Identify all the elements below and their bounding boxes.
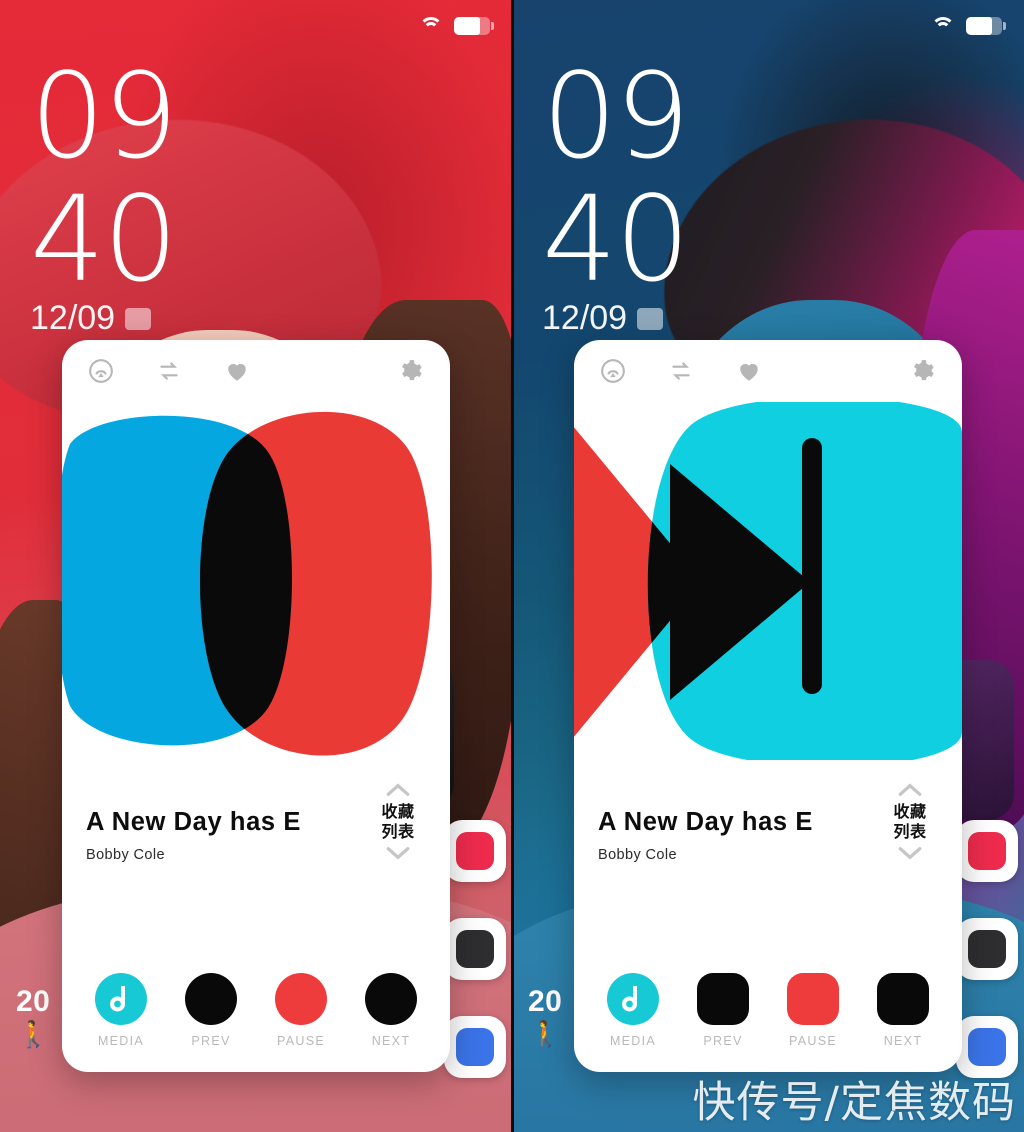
chevron-up-icon[interactable] bbox=[897, 782, 923, 798]
playback-controls: MEDIA PREV PAUSE NEXT bbox=[574, 973, 962, 1048]
status-bar bbox=[0, 0, 512, 52]
app-icon-red[interactable] bbox=[956, 820, 1018, 882]
next-label: NEXT bbox=[371, 1034, 411, 1048]
next-knob bbox=[365, 973, 417, 1025]
lockscreen-date: 12/09 bbox=[542, 299, 688, 338]
battery-icon bbox=[966, 17, 1006, 35]
next-label: NEXT bbox=[883, 1034, 923, 1048]
playback-controls: MEDIA PREV PAUSE NEXT bbox=[62, 973, 450, 1048]
gear-icon[interactable] bbox=[398, 358, 424, 384]
pause-label: PAUSE bbox=[789, 1034, 837, 1048]
prev-button[interactable]: PREV bbox=[185, 973, 237, 1048]
pause-label: PAUSE bbox=[277, 1034, 325, 1048]
date-text: 12/09 bbox=[30, 299, 116, 338]
clock-hour: 09 bbox=[542, 47, 690, 185]
app-icon-blue[interactable] bbox=[444, 1016, 506, 1078]
steps-count: 20 bbox=[16, 985, 51, 1018]
chevron-down-icon[interactable] bbox=[385, 845, 411, 861]
walking-person-icon: 🚶 bbox=[17, 1019, 50, 1049]
favorite-label-line2: 列表 bbox=[381, 821, 415, 841]
walking-person-icon: 🚶 bbox=[529, 1019, 562, 1049]
pause-button[interactable]: PAUSE bbox=[787, 973, 839, 1048]
prev-knob bbox=[697, 973, 749, 1025]
lockscreen-clock: 09 40 12/09 bbox=[30, 47, 178, 338]
media-button[interactable]: MEDIA bbox=[607, 973, 659, 1048]
phone-divider bbox=[511, 0, 514, 1132]
track-title: A New Day has E bbox=[598, 808, 813, 836]
weather-icon bbox=[637, 307, 664, 330]
media-player-card: A New Day has E Bobby Cole 收藏 列表 MEDIA P… bbox=[62, 340, 450, 1072]
pause-knob bbox=[275, 973, 327, 1025]
clock-minute: 40 bbox=[542, 169, 690, 308]
next-button[interactable]: NEXT bbox=[877, 973, 929, 1048]
battery-icon bbox=[454, 17, 494, 35]
wifi-icon bbox=[418, 16, 444, 36]
track-artist: Bobby Cole bbox=[598, 847, 677, 863]
app-icon-camera[interactable] bbox=[444, 918, 506, 980]
track-meta: A New Day has E Bobby Cole 收藏 列表 bbox=[62, 783, 450, 863]
prev-label: PREV bbox=[703, 1034, 743, 1048]
watermark: 快传号/定焦数码 bbox=[692, 1078, 1016, 1128]
favorite-label-line1: 收藏 bbox=[381, 802, 415, 821]
prev-button[interactable]: PREV bbox=[697, 973, 749, 1048]
favorite-label-line1: 收藏 bbox=[893, 802, 927, 821]
album-artwork[interactable] bbox=[574, 402, 962, 760]
track-meta: A New Day has E Bobby Cole 收藏 列表 bbox=[574, 783, 962, 863]
wifi-icon bbox=[930, 16, 956, 36]
media-button[interactable]: MEDIA bbox=[95, 973, 147, 1048]
media-icon bbox=[607, 973, 659, 1025]
gear-icon[interactable] bbox=[910, 358, 936, 384]
chevron-down-icon[interactable] bbox=[897, 845, 923, 861]
pause-button[interactable]: PAUSE bbox=[275, 973, 327, 1048]
dual-phone-comparison: 09 40 12/09 20 🚶 A New Day has E Bobby C… bbox=[0, 0, 1024, 1132]
lockscreen-date: 12/09 bbox=[30, 299, 176, 338]
album-artwork[interactable] bbox=[62, 402, 450, 760]
next-knob bbox=[877, 973, 929, 1025]
weather-icon bbox=[125, 307, 152, 330]
repeat-icon[interactable] bbox=[156, 358, 182, 384]
favorite-list-control[interactable]: 收藏 列表 bbox=[882, 782, 938, 861]
phone-right: 09 40 12/09 20 🚶 A New Day has E Bobby C… bbox=[512, 0, 1024, 1132]
player-toolbar bbox=[574, 340, 962, 402]
prev-label: PREV bbox=[191, 1034, 231, 1048]
prev-knob bbox=[185, 973, 237, 1025]
app-icon-camera[interactable] bbox=[956, 918, 1018, 980]
track-artist: Bobby Cole bbox=[86, 847, 165, 863]
media-label: MEDIA bbox=[97, 1034, 145, 1048]
steps-widget[interactable]: 20 🚶 bbox=[16, 985, 50, 1047]
favorite-label-line2: 列表 bbox=[893, 821, 927, 841]
app-icon-column bbox=[444, 820, 506, 1114]
track-title: A New Day has E bbox=[86, 808, 301, 836]
app-icon-red[interactable] bbox=[444, 820, 506, 882]
favorite-list-control[interactable]: 收藏 列表 bbox=[370, 782, 426, 861]
chevron-up-icon[interactable] bbox=[385, 782, 411, 798]
repeat-icon[interactable] bbox=[668, 358, 694, 384]
heart-icon[interactable] bbox=[224, 358, 250, 384]
date-text: 12/09 bbox=[542, 299, 628, 338]
media-player-card: A New Day has E Bobby Cole 收藏 列表 MEDIA P… bbox=[574, 340, 962, 1072]
status-bar bbox=[512, 0, 1024, 52]
pause-knob bbox=[787, 973, 839, 1025]
clock-minute: 40 bbox=[30, 169, 178, 308]
phone-left: 09 40 12/09 20 🚶 A New Day has E Bobby C… bbox=[0, 0, 512, 1132]
player-toolbar bbox=[62, 340, 450, 402]
clock-hour: 09 bbox=[30, 47, 178, 185]
heart-icon[interactable] bbox=[736, 358, 762, 384]
media-icon bbox=[95, 973, 147, 1025]
steps-widget[interactable]: 20 🚶 bbox=[528, 985, 562, 1047]
cast-icon[interactable] bbox=[88, 358, 114, 384]
media-label: MEDIA bbox=[609, 1034, 657, 1048]
lockscreen-clock: 09 40 12/09 bbox=[542, 47, 690, 338]
steps-count: 20 bbox=[528, 985, 563, 1018]
cast-icon[interactable] bbox=[600, 358, 626, 384]
next-button[interactable]: NEXT bbox=[365, 973, 417, 1048]
